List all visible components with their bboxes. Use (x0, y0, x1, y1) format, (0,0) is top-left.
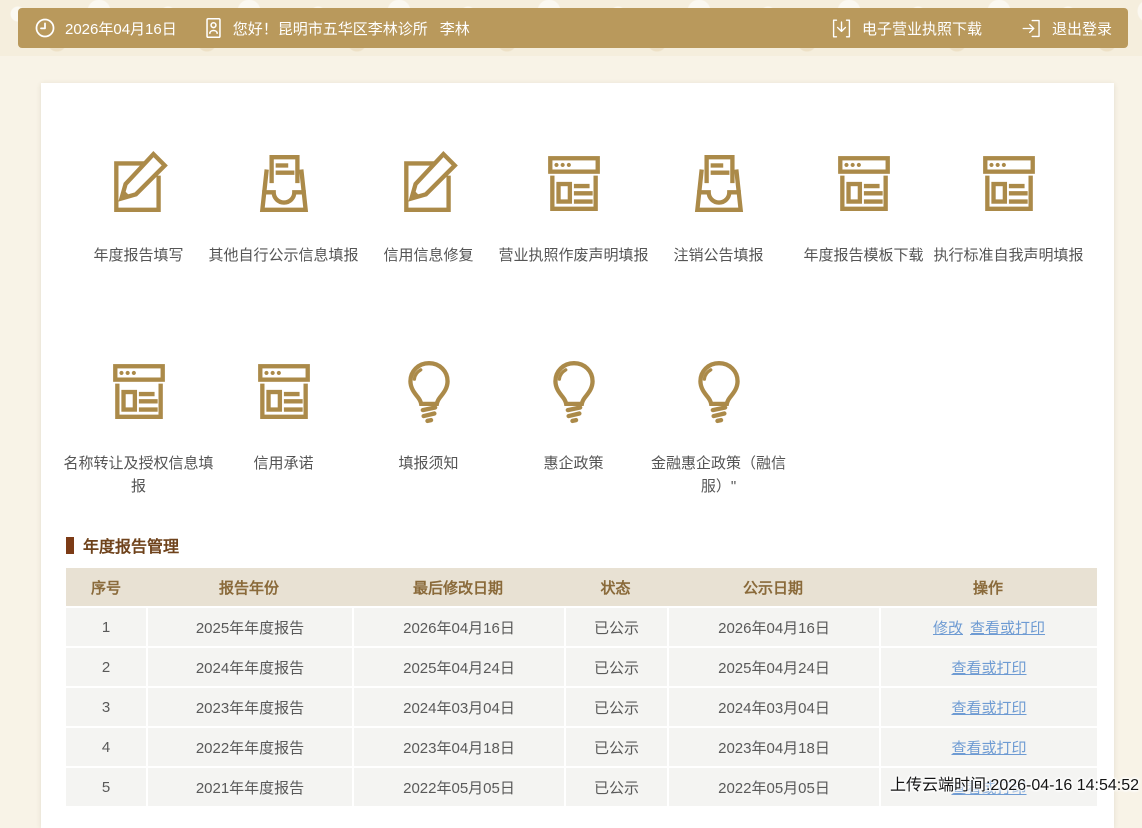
view-print-link[interactable]: 查看或打印 (951, 697, 1026, 718)
col-header-published: 公示日期 (667, 568, 879, 606)
shortcut-other-publicity-info[interactable]: 其他自行公示信息填报 (208, 150, 359, 267)
edit-pencil-icon (396, 150, 462, 216)
shortcut-enterprise-benefit-policy[interactable]: 惠企政策 (501, 358, 646, 499)
webpage-list-icon (251, 358, 317, 424)
lightbulb-icon (541, 358, 607, 424)
shortcut-label: 年度报告模板下载 (803, 247, 924, 264)
cell-published: 2025年04月24日 (667, 646, 879, 686)
col-header-actions: 操作 (879, 568, 1097, 606)
modify-link[interactable]: 修改 (933, 617, 963, 638)
cell-status: 已公示 (564, 726, 667, 766)
lightbulb-icon (686, 358, 752, 424)
shortcut-standard-self-declaration[interactable]: 执行标准自我声明填报 (933, 150, 1084, 267)
title-marker (66, 536, 74, 554)
cell-status: 已公示 (564, 646, 667, 686)
cell-published: 2022年05月05日 (667, 766, 879, 806)
shortcut-label: 金融惠企政策（融信服）" (650, 455, 786, 496)
cell-published: 2024年03月04日 (667, 686, 879, 726)
annual-report-section: 年度报告管理 序号 报告年份 最后修改日期 状态 公示日期 操作 1 2025年… (66, 533, 1097, 806)
cell-modified: 2022年05月05日 (352, 766, 564, 806)
col-header-year: 报告年份 (146, 568, 352, 606)
cell-status: 已公示 (564, 766, 667, 806)
cell-no: 2 (66, 646, 146, 686)
cell-actions: 查看或打印 (879, 726, 1097, 766)
cell-status: 已公示 (564, 686, 667, 726)
clock-icon (34, 17, 56, 39)
view-print-link[interactable]: 查看或打印 (970, 617, 1045, 638)
license-download-button[interactable]: 电子营业执照下载 (830, 17, 982, 40)
cell-modified: 2026年04月16日 (352, 606, 564, 646)
cell-year: 2021年年度报告 (146, 766, 352, 806)
download-icon (830, 17, 853, 40)
cell-modified: 2025年04月24日 (352, 646, 564, 686)
header-zone: 2026年04月16日 您好！昆明市五华区李林诊所 李林 电子营业执照下载 退出… (0, 0, 1142, 56)
webpage-list-icon (976, 150, 1042, 216)
cell-actions: 查看或打印 (879, 646, 1097, 686)
shortcut-label: 营业执照作废声明填报 (498, 247, 649, 264)
shortcut-label: 年度报告填写 (93, 247, 184, 264)
view-print-link[interactable]: 查看或打印 (951, 657, 1026, 678)
cell-year: 2025年年度报告 (146, 606, 352, 646)
cell-year: 2024年年度报告 (146, 646, 352, 686)
user-name: 李林 (439, 20, 470, 38)
shortcut-name-transfer-authorization[interactable]: 名称转让及授权信息填报 (63, 358, 214, 499)
shortcut-financial-benefit-policy[interactable]: 金融惠企政策（融信服）" (646, 358, 791, 499)
cell-modified: 2024年03月04日 (352, 686, 564, 726)
shortcut-filing-instructions[interactable]: 填报须知 (356, 358, 501, 499)
cell-year: 2023年年度报告 (146, 686, 352, 726)
shortcut-row-2: 名称转让及授权信息填报 信用承诺 填报须知 惠企政策 金融惠企政策（融信服）" (63, 358, 791, 499)
cell-actions: 修改 查看或打印 (879, 606, 1097, 646)
section-title-text: 年度报告管理 (83, 539, 180, 556)
cell-year: 2022年年度报告 (146, 726, 352, 766)
shortcut-label: 惠企政策 (543, 455, 604, 472)
cell-no: 4 (66, 726, 146, 766)
shortcut-annual-report-template-download[interactable]: 年度报告模板下载 (791, 150, 936, 267)
cell-published: 2026年04月16日 (667, 606, 879, 646)
lightbulb-icon (396, 358, 462, 424)
col-header-modified: 最后修改日期 (352, 568, 564, 606)
current-date: 2026年04月16日 (65, 20, 177, 38)
shortcut-cancellation-notice[interactable]: 注销公告填报 (646, 150, 791, 267)
inbox-document-icon (251, 150, 317, 216)
main-panel: 年度报告填写 其他自行公示信息填报 信用信息修复 营业执照作废声明填报 注销公告… (41, 83, 1114, 828)
view-print-link[interactable]: 查看或打印 (951, 737, 1026, 758)
shortcut-label: 填报须知 (398, 455, 459, 472)
license-download-label: 电子营业执照下载 (861, 20, 982, 38)
col-header-no: 序号 (66, 568, 146, 606)
logout-button[interactable]: 退出登录 (1020, 17, 1112, 40)
cell-status: 已公示 (564, 606, 667, 646)
shortcut-label: 信用信息修复 (383, 247, 474, 264)
logout-icon (1020, 17, 1043, 40)
shortcut-annual-report-fill[interactable]: 年度报告填写 (66, 150, 211, 267)
cell-modified: 2023年04月18日 (352, 726, 564, 766)
webpage-list-icon (541, 150, 607, 216)
shortcut-label: 名称转让及授权信息填报 (63, 455, 214, 496)
cell-no: 5 (66, 766, 146, 806)
shortcut-label: 其他自行公示信息填报 (208, 247, 359, 264)
shortcut-label: 注销公告填报 (673, 247, 764, 264)
webpage-list-icon (106, 358, 172, 424)
id-badge-icon (203, 16, 224, 40)
shortcut-label: 执行标准自我声明填报 (933, 247, 1084, 264)
section-title: 年度报告管理 (66, 533, 1097, 557)
shortcut-credit-commitment[interactable]: 信用承诺 (211, 358, 356, 499)
inbox-document-icon (686, 150, 752, 216)
col-header-status: 状态 (564, 568, 667, 606)
edit-pencil-icon (106, 150, 172, 216)
topbar: 2026年04月16日 您好！昆明市五华区李林诊所 李林 电子营业执照下载 退出… (18, 8, 1128, 48)
cell-actions: 查看或打印 (879, 686, 1097, 726)
shortcut-row-1: 年度报告填写 其他自行公示信息填报 信用信息修复 营业执照作废声明填报 注销公告… (66, 150, 1084, 267)
shortcut-license-void-declaration[interactable]: 营业执照作废声明填报 (498, 150, 649, 267)
shortcut-label: 信用承诺 (253, 455, 314, 472)
cell-no: 1 (66, 606, 146, 646)
shortcut-credit-repair[interactable]: 信用信息修复 (356, 150, 501, 267)
cell-no: 3 (66, 686, 146, 726)
upload-timestamp-watermark: 上传云端时间:2026-04-16 14:54:52 (889, 777, 1139, 794)
webpage-list-icon (831, 150, 897, 216)
cell-published: 2023年04月18日 (667, 726, 879, 766)
logout-label: 退出登录 (1051, 20, 1112, 38)
greeting-text: 您好！昆明市五华区李林诊所 (232, 20, 428, 38)
